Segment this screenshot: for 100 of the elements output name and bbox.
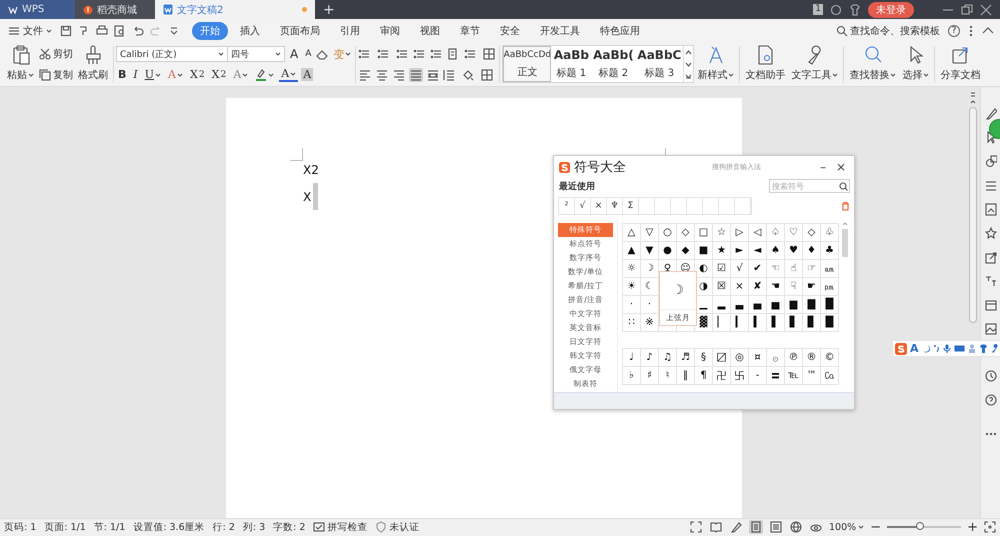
- login-button[interactable]: 未登录: [868, 2, 914, 18]
- symbol-cell[interactable]: 卍: [713, 367, 731, 385]
- symbol-cell[interactable]: ㏘: [821, 278, 839, 296]
- symbol-cell[interactable]: ♮: [659, 367, 677, 385]
- symbol-cell[interactable]: ♩: [623, 349, 641, 367]
- font-format-button[interactable]: B: [116, 68, 128, 82]
- microphone-icon[interactable]: [942, 344, 951, 353]
- close-button[interactable]: ×: [832, 160, 849, 174]
- symbol-cell[interactable]: ◎: [731, 349, 749, 367]
- spell-check-button[interactable]: 拼写检查: [313, 520, 368, 534]
- symbol-cell[interactable]: ℡: [785, 367, 803, 385]
- symbol-cell[interactable]: ◆: [677, 242, 695, 260]
- split-icon[interactable]: [970, 91, 976, 97]
- symbol-cell[interactable]: ♠: [767, 242, 785, 260]
- symbol-cell[interactable]: □: [695, 224, 713, 242]
- shapes-icon[interactable]: [984, 155, 996, 168]
- moon-icon[interactable]: [922, 344, 930, 353]
- font-format-button[interactable]: A: [301, 68, 314, 82]
- ribbon-tab[interactable]: 审阅: [372, 22, 408, 40]
- zoom-slider-thumb[interactable]: [916, 522, 924, 530]
- style-preset[interactable]: AaBb( 标题 2: [591, 46, 636, 82]
- cursor-arrow-icon[interactable]: [984, 131, 996, 144]
- symbol-cell[interactable]: ▷: [731, 224, 749, 242]
- symbol-cell[interactable]: ■: [695, 242, 713, 260]
- symbol-cell[interactable]: ㏂: [821, 260, 839, 278]
- symbol-cell[interactable]: ▇: [803, 296, 821, 314]
- document-tab[interactable]: 稻壳商城: [75, 0, 155, 19]
- symbol-cell[interactable]: ◇: [677, 224, 695, 242]
- symbol-cell[interactable]: ☼: [623, 260, 641, 278]
- view-mode-button[interactable]: [749, 520, 764, 534]
- symbol-cell[interactable]: ▃: [731, 296, 749, 314]
- format-painter-button[interactable]: 格式刷: [75, 44, 111, 85]
- symbol-cell[interactable]: ☑: [713, 260, 731, 278]
- eraser-icon[interactable]: [316, 48, 328, 60]
- ribbon-button[interactable]: 新样式: [694, 44, 738, 85]
- zoom-level[interactable]: 100%: [829, 522, 864, 532]
- ribbon-tab[interactable]: 插入: [232, 22, 268, 40]
- history-icon[interactable]: [984, 370, 996, 383]
- view-mode-button[interactable]: [769, 520, 784, 534]
- symbol-cell[interactable]: ◇: [803, 224, 821, 242]
- ribbon-tab[interactable]: 开始: [192, 22, 228, 40]
- symbol-cell[interactable]: ¤: [749, 349, 767, 367]
- symbol-cell[interactable]: ¶: [695, 367, 713, 385]
- share-icon[interactable]: [984, 251, 996, 264]
- pen-icon[interactable]: [984, 107, 996, 120]
- symbol-cell[interactable]: △: [623, 224, 641, 242]
- font-format-button[interactable]: U: [142, 68, 164, 82]
- symbol-cell[interactable]: 〼: [713, 349, 731, 367]
- highlight-button[interactable]: [253, 68, 276, 81]
- document-tab[interactable]: 文字文稿2: [155, 0, 315, 19]
- symbol-cell[interactable]: ◁: [749, 224, 767, 242]
- help-icon[interactable]: [984, 394, 996, 407]
- symbol-cell[interactable]: ☞: [803, 260, 821, 278]
- symbol-cell[interactable]: ▅: [767, 296, 785, 314]
- align-button[interactable]: [392, 68, 406, 82]
- sogou-logo-icon[interactable]: [895, 342, 907, 354]
- command-search[interactable]: 查找命令、搜索模板: [836, 24, 940, 38]
- symbol-cell[interactable]: ™: [803, 367, 821, 385]
- symbol-cell[interactable]: 卐: [731, 367, 749, 385]
- symbol-cell[interactable]: ☜: [767, 260, 785, 278]
- symbol-cell[interactable]: ♧: [821, 224, 839, 242]
- view-mode-button[interactable]: [689, 520, 704, 534]
- expand-icon[interactable]: [685, 72, 692, 80]
- archive-icon[interactable]: [984, 299, 996, 312]
- ribbon-button[interactable]: 文档助手: [742, 44, 788, 85]
- scrollbar-thumb[interactable]: [842, 229, 848, 257]
- zoom-out-button[interactable]: −: [870, 520, 882, 534]
- symbol-cell[interactable]: ♪: [641, 349, 659, 367]
- ribbon-tab[interactable]: 特色应用: [592, 22, 648, 40]
- close-icon[interactable]: [980, 4, 992, 16]
- minimize-button[interactable]: –: [816, 160, 829, 174]
- symbol-cell[interactable]: ▽: [641, 224, 659, 242]
- star-icon[interactable]: [984, 227, 996, 240]
- symbol-cell[interactable]: ▄: [749, 296, 767, 314]
- shirt-icon[interactable]: [978, 344, 988, 353]
- symbol-cell[interactable]: ▏: [713, 314, 731, 332]
- view-mode-button[interactable]: [729, 520, 744, 534]
- align-button[interactable]: [409, 68, 424, 82]
- symbol-cell[interactable]: ✘: [749, 278, 767, 296]
- shirt-icon[interactable]: [849, 4, 861, 16]
- ribbon-button[interactable]: 查找替换: [846, 44, 900, 85]
- symbol-cell[interactable]: ®: [803, 349, 821, 367]
- symbol-cell[interactable]: ℗: [785, 349, 803, 367]
- symbol-cell[interactable]: √: [731, 260, 749, 278]
- ribbon-tab[interactable]: 页面布局: [272, 22, 328, 40]
- paste-button[interactable]: 粘贴: [4, 44, 37, 85]
- style-preset[interactable]: AaBbC 标题 3: [635, 46, 684, 82]
- symbol-cell[interactable]: ♤: [767, 224, 785, 242]
- restore-icon[interactable]: [961, 4, 973, 16]
- symbol-cell[interactable]: ♦: [803, 242, 821, 260]
- symbol-cell[interactable]: ♭: [623, 367, 641, 385]
- scroll-up-icon[interactable]: [970, 99, 976, 105]
- symbol-cell[interactable]: ∷: [623, 314, 641, 332]
- symbol-cell[interactable]: ☟: [785, 278, 803, 296]
- scroll-up-icon[interactable]: [685, 48, 692, 56]
- symbol-cell[interactable]: ‐: [749, 367, 767, 385]
- fit-icon[interactable]: [984, 521, 996, 533]
- print-preview-icon[interactable]: [114, 24, 126, 36]
- symbol-cell[interactable]: ♫: [659, 349, 677, 367]
- kebab-icon[interactable]: [968, 24, 974, 36]
